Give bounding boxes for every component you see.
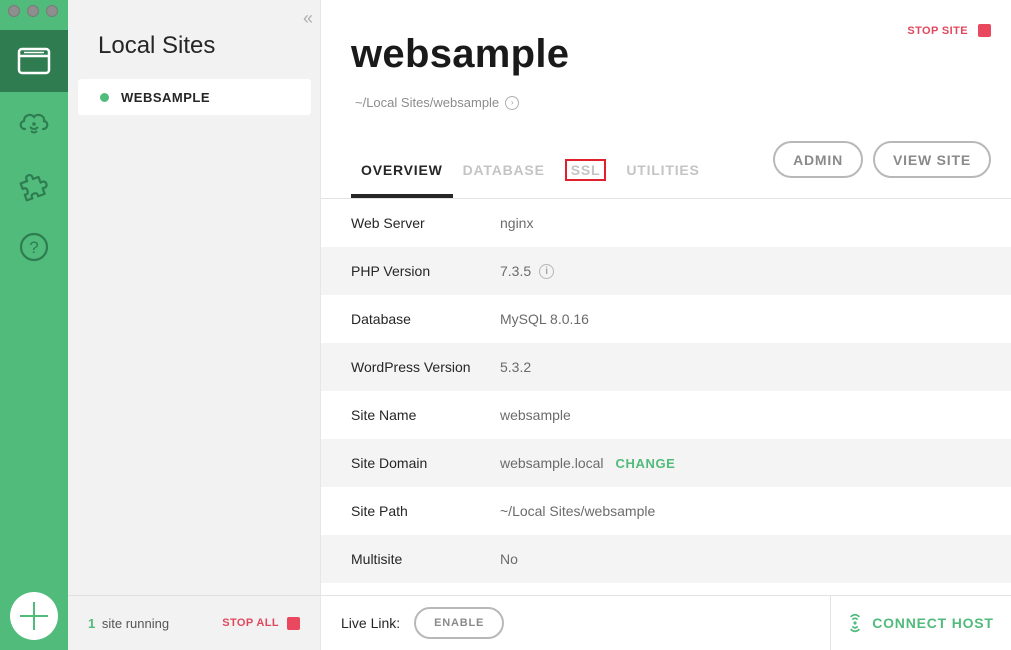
row-value: 5.3.2 [500,359,532,375]
site-path-link[interactable]: ~/Local Sites/websample › [355,95,520,110]
row-value-group: 7.3.5 i [500,263,555,279]
stop-square-icon [287,616,300,630]
running-sites-status: 1 site running [88,616,169,631]
connect-host-label: CONNECT HOST [872,615,994,631]
info-icon[interactable]: i [539,263,555,279]
site-path-text: ~/Local Sites/websample [355,95,500,110]
tab-ssl[interactable]: SSL [555,152,617,198]
row-value: MySQL 8.0.16 [500,311,589,327]
addons-puzzle-icon [19,173,48,202]
site-list-item-websample[interactable]: WEBSAMPLE [78,79,311,115]
row-value: 7.3.5 [500,263,532,279]
zoom-window-button[interactable] [46,5,58,17]
tab-utilities[interactable]: UTILITIES [616,152,709,198]
close-window-button[interactable] [8,5,20,17]
row-label: Site Path [351,503,408,519]
change-domain-link[interactable]: CHANGE [616,456,676,471]
window-controls [8,5,58,17]
collapse-sidebar-icon[interactable]: « [303,8,313,29]
row-label: Database [351,311,411,327]
rail-item-help[interactable]: ? [0,216,68,278]
table-row: WordPress Version 5.3.2 [321,343,1011,391]
rail-item-cloud[interactable] [0,92,68,154]
reveal-in-finder-icon[interactable]: › [505,95,520,110]
table-row: Web Server nginx [321,199,1011,247]
running-count: 1 [88,615,96,631]
connect-host-button[interactable]: CONNECT HOST [830,596,1011,650]
admin-button[interactable]: ADMIN [773,141,863,178]
row-value: No [500,551,518,567]
row-value-group: websample.local CHANGE [500,455,675,471]
sites-icon [17,47,51,75]
site-action-buttons: ADMIN VIEW SITE [773,141,991,178]
running-text: site running [101,615,170,631]
stop-all-label: STOP ALL [222,617,279,629]
site-detail-pane: STOP SITE websample ~/Local Sites/websam… [321,0,1011,650]
row-value: nginx [500,215,534,231]
sites-panel-title: Local Sites [98,32,216,59]
rail-item-sites[interactable] [0,30,68,92]
row-label: Multisite [351,551,403,567]
table-row: PHP Version 7.3.5 i [321,247,1011,295]
row-value: ~/Local Sites/websample [500,503,656,519]
app-nav-rail: ? [0,0,68,650]
tab-ssl-label: SSL [564,159,607,181]
add-site-button[interactable] [10,592,58,640]
help-icon: ? [19,232,49,262]
running-status-dot [100,92,109,102]
connect-host-icon [850,613,861,633]
rail-item-addons[interactable] [0,154,68,216]
plus-icon [20,602,48,630]
tab-database[interactable]: DATABASE [453,152,555,198]
table-row: Multisite No [321,535,1011,583]
row-value: websample [500,407,571,423]
table-row: Site Domain websample.local CHANGE [321,439,1011,487]
site-footer-bar: Live Link: ENABLE CONNECT HOST [321,595,1011,650]
table-row: Database MySQL 8.0.16 [321,295,1011,343]
site-tabs: OVERVIEW DATABASE SSL UTILITIES [351,152,710,198]
row-label: Site Domain [351,455,428,471]
help-glyph: ? [29,238,38,257]
cloud-icon [19,113,49,134]
site-list-item-label: WEBSAMPLE [121,89,210,105]
row-value: websample.local [500,455,604,471]
page-title: websample [351,32,570,76]
live-link-label: Live Link: [341,615,401,631]
table-row: Site Path ~/Local Sites/websample [321,487,1011,535]
overview-table: Web Server nginx PHP Version 7.3.5 i Dat… [321,199,1011,583]
enable-live-link-button[interactable]: ENABLE [414,607,505,639]
sites-panel-footer: 1 site running STOP ALL [68,595,320,650]
tab-overview[interactable]: OVERVIEW [351,152,453,198]
minimize-window-button[interactable] [27,5,39,17]
stop-site-button[interactable]: STOP SITE [907,24,991,37]
row-label: WordPress Version [351,359,471,375]
row-label: Site Name [351,407,417,423]
row-label: Web Server [351,215,425,231]
sites-panel: « Local Sites WEBSAMPLE 1 site running S… [68,0,321,650]
view-site-button[interactable]: VIEW SITE [873,141,991,178]
stop-site-label: STOP SITE [907,24,968,37]
row-label: PHP Version [351,263,431,279]
stop-all-button[interactable]: STOP ALL [222,616,300,630]
stop-square-icon [978,24,991,37]
table-row: Site Name websample [321,391,1011,439]
